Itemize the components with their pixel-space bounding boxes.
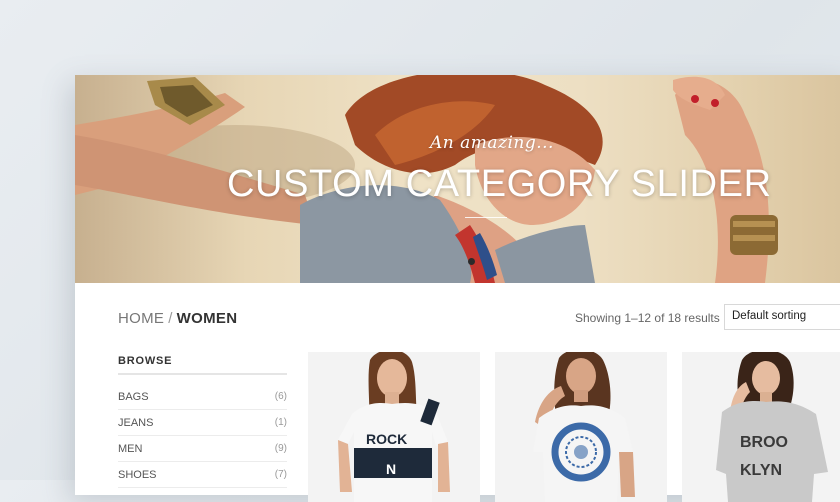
sidebar-title: BROWSE	[118, 355, 173, 367]
product-print-text: KLYN	[740, 462, 782, 479]
breadcrumb-home-link[interactable]: HOME	[118, 310, 164, 327]
hero-title: CUSTOM CATEGORY SLIDER	[227, 163, 772, 205]
hero-kicker-text: An amazing...	[430, 133, 554, 153]
category-count: (1)	[274, 417, 287, 428]
sorting-selected-label: Default sorting	[732, 310, 807, 322]
browser-frame: An amazing... CUSTOM CATEGORY SLIDER HOM…	[75, 75, 840, 502]
category-item-men[interactable]: MEN (9)	[118, 436, 287, 462]
sorting-select[interactable]: Default sorting	[724, 304, 840, 330]
category-count: (9)	[274, 443, 287, 454]
category-label: SHOES	[118, 468, 157, 481]
slider-pagination	[468, 258, 475, 265]
slider-dot-1[interactable]	[468, 258, 475, 265]
product-print-text: N	[386, 461, 396, 477]
breadcrumb-separator: /	[168, 310, 173, 327]
category-label: BAGS	[118, 390, 149, 403]
breadcrumb-current: WOMEN	[176, 310, 238, 327]
results-count: Showing 1–12 of 18 results	[575, 311, 720, 325]
category-count: (6)	[274, 391, 287, 402]
category-count: (7)	[274, 469, 287, 480]
breadcrumb: HOME / WOMEN	[118, 310, 237, 327]
sidebar-title-rule	[118, 373, 287, 375]
hero-divider	[465, 217, 507, 218]
category-item-bags[interactable]: BAGS (6)	[118, 384, 287, 410]
category-item-jeans[interactable]: JEANS (1)	[118, 410, 287, 436]
product-print-text: BROO	[740, 434, 788, 451]
category-hero-slider[interactable]: An amazing... CUSTOM CATEGORY SLIDER	[75, 75, 840, 283]
category-label: JEANS	[118, 416, 154, 429]
product-print-text: ROCK	[366, 431, 407, 447]
category-item-shoes[interactable]: SHOES (7)	[118, 462, 287, 488]
category-label: MEN	[118, 442, 143, 455]
category-list: BAGS (6) JEANS (1) MEN (9) SHOES (7)	[118, 384, 287, 488]
